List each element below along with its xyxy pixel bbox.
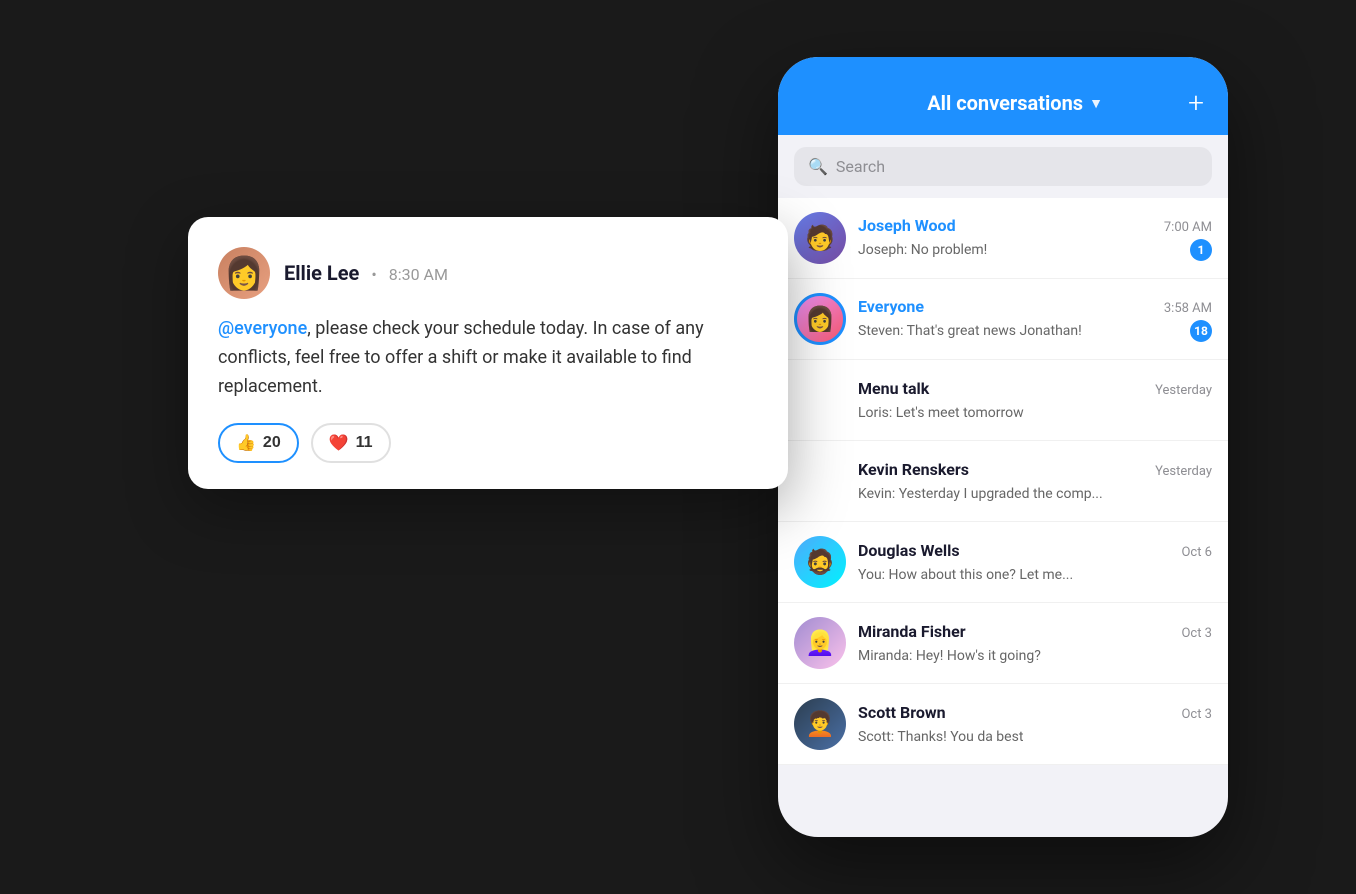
header-title: All conversations ▼ [927, 91, 1103, 115]
conv-name: Everyone [858, 297, 924, 316]
conv-content: Kevin Renskers Yesterday Kevin: Yesterda… [858, 460, 1212, 502]
conv-time: Oct 3 [1181, 626, 1212, 641]
list-item[interactable]: Joseph Wood 7:00 AM Joseph: No problem! … [778, 198, 1228, 279]
conv-name: Joseph Wood [858, 216, 956, 235]
conv-preview: Loris: Let's meet tomorrow [858, 405, 1024, 421]
message-body: @everyone, please check your schedule to… [218, 315, 754, 401]
list-item[interactable]: Miranda Fisher Oct 3 Miranda: Hey! How's… [778, 603, 1228, 684]
conv-top: Scott Brown Oct 3 [858, 703, 1212, 722]
conv-content: Miranda Fisher Oct 3 Miranda: Hey! How's… [858, 622, 1212, 664]
list-item[interactable]: Menu talk Yesterday Loris: Let's meet to… [778, 360, 1228, 441]
list-item[interactable]: Everyone 3:58 AM Steven: That's great ne… [778, 279, 1228, 360]
dot-separator: • [371, 265, 376, 284]
reactions: 👍 20 ❤️ 11 [218, 423, 754, 463]
header-title-text: All conversations [927, 91, 1083, 115]
conv-content: Everyone 3:58 AM Steven: That's great ne… [858, 297, 1212, 342]
search-icon: 🔍 [808, 157, 828, 176]
avatar [794, 455, 846, 507]
conv-time: 7:00 AM [1164, 220, 1212, 235]
conv-time: 3:58 AM [1164, 301, 1212, 316]
unread-badge: 18 [1190, 320, 1212, 342]
message-time: 8:30 AM [389, 265, 448, 284]
unread-badge: 1 [1190, 239, 1212, 261]
conv-top: Joseph Wood 7:00 AM [858, 216, 1212, 235]
conversation-list: Joseph Wood 7:00 AM Joseph: No problem! … [778, 198, 1228, 765]
chevron-down-icon: ▼ [1089, 95, 1103, 112]
list-item[interactable]: Scott Brown Oct 3 Scott: Thanks! You da … [778, 684, 1228, 765]
conv-preview: Kevin: Yesterday I upgraded the comp... [858, 486, 1103, 502]
avatar [794, 374, 846, 426]
search-bar: 🔍 Search [778, 135, 1228, 198]
conv-name: Douglas Wells [858, 541, 960, 560]
conv-name: Kevin Renskers [858, 460, 969, 479]
conv-right: 7:00 AM [1164, 220, 1212, 235]
list-item[interactable]: Douglas Wells Oct 6 You: How about this … [778, 522, 1228, 603]
conv-name: Miranda Fisher [858, 622, 966, 641]
thumbs-emoji: 👍 [236, 433, 256, 453]
conv-time: Oct 6 [1181, 545, 1212, 560]
message-card: Ellie Lee • 8:30 AM @everyone, please ch… [188, 217, 788, 489]
conv-content: Douglas Wells Oct 6 You: How about this … [858, 541, 1212, 583]
new-conversation-button[interactable]: + [1188, 89, 1204, 117]
conv-top: Douglas Wells Oct 6 [858, 541, 1212, 560]
phone-frame: All conversations ▼ + 🔍 Search Joseph Wo… [778, 57, 1228, 837]
thumbs-up-reaction[interactable]: 👍 20 [218, 423, 299, 463]
conv-preview: Miranda: Hey! How's it going? [858, 648, 1041, 664]
sender-info: Ellie Lee • 8:30 AM [284, 261, 448, 285]
avatar [794, 293, 846, 345]
heart-reaction[interactable]: ❤️ 11 [311, 423, 391, 463]
conv-preview: You: How about this one? Let me... [858, 567, 1073, 583]
thumbs-count: 20 [263, 434, 281, 452]
scene: Ellie Lee • 8:30 AM @everyone, please ch… [128, 57, 1228, 837]
conv-preview: Joseph: No problem! [858, 242, 987, 258]
conv-content: Joseph Wood 7:00 AM Joseph: No problem! … [858, 216, 1212, 261]
heart-emoji: ❤️ [329, 433, 349, 453]
avatar [794, 212, 846, 264]
conv-content: Scott Brown Oct 3 Scott: Thanks! You da … [858, 703, 1212, 745]
list-item[interactable]: Kevin Renskers Yesterday Kevin: Yesterda… [778, 441, 1228, 522]
conv-time: Yesterday [1155, 464, 1212, 479]
conv-time: Oct 3 [1181, 707, 1212, 722]
conv-top: Kevin Renskers Yesterday [858, 460, 1212, 479]
conv-top: Miranda Fisher Oct 3 [858, 622, 1212, 641]
avatar [794, 698, 846, 750]
sender-name: Ellie Lee [284, 261, 359, 285]
conv-name: Scott Brown [858, 703, 946, 722]
message-header: Ellie Lee • 8:30 AM [218, 247, 754, 299]
conv-content: Menu talk Yesterday Loris: Let's meet to… [858, 379, 1212, 421]
conv-top: Menu talk Yesterday [858, 379, 1212, 398]
avatar [794, 536, 846, 588]
conv-time: Yesterday [1155, 383, 1212, 398]
conv-name: Menu talk [858, 379, 929, 398]
avatar [218, 247, 270, 299]
heart-count: 11 [356, 434, 373, 452]
conv-top: Everyone 3:58 AM [858, 297, 1212, 316]
search-input[interactable]: Search [836, 157, 885, 176]
conv-preview: Scott: Thanks! You da best [858, 729, 1023, 745]
phone-header: All conversations ▼ + [778, 57, 1228, 135]
conv-preview: Steven: That's great news Jonathan! [858, 323, 1082, 339]
avatar [794, 617, 846, 669]
mention-tag: @everyone [218, 318, 307, 339]
search-input-wrap[interactable]: 🔍 Search [794, 147, 1212, 186]
